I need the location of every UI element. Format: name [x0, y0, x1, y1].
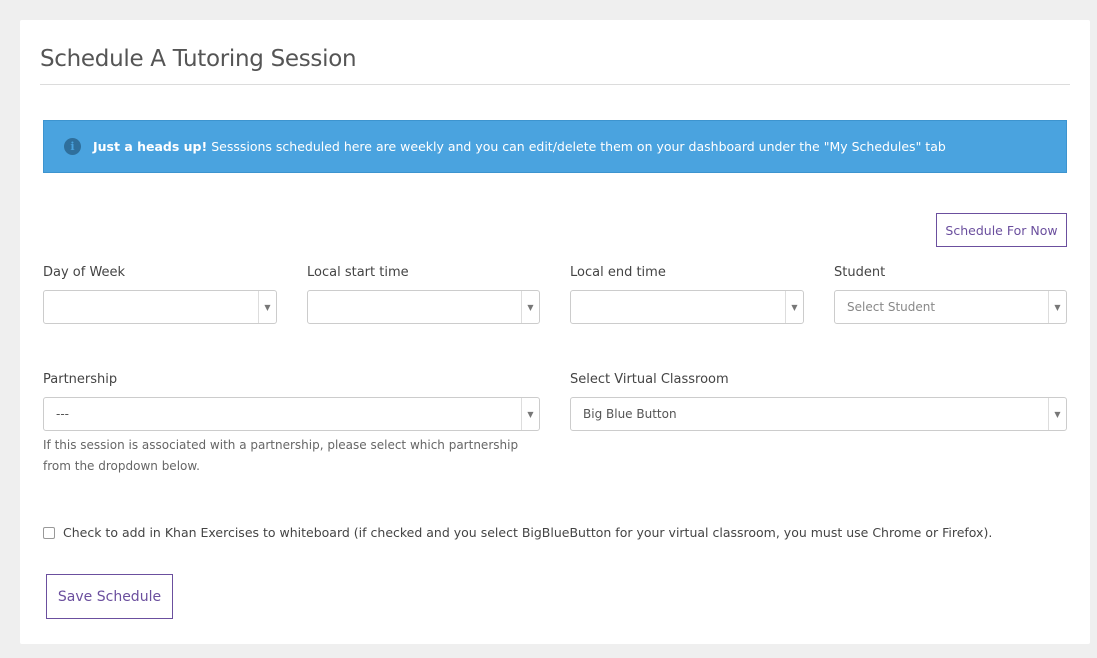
- chevron-down-icon: ▼: [521, 291, 539, 323]
- student-label: Student: [834, 265, 886, 280]
- partnership-value: ---: [56, 407, 69, 421]
- day-of-week-label: Day of Week: [43, 265, 126, 280]
- alert-message: Sesssions scheduled here are weekly and …: [211, 139, 946, 154]
- chevron-down-icon: ▼: [521, 398, 539, 430]
- info-icon: i: [64, 138, 81, 155]
- student-placeholder: Select Student: [847, 300, 936, 314]
- start-time-label: Local start time: [307, 265, 409, 280]
- khan-exercises-label: Check to add in Khan Exercises to whiteb…: [63, 525, 993, 540]
- info-alert: i Just a heads up! Sesssions scheduled h…: [43, 120, 1067, 173]
- partnership-label: Partnership: [43, 372, 118, 387]
- chevron-down-icon: ▼: [785, 291, 803, 323]
- end-time-select[interactable]: ▼: [570, 290, 804, 324]
- partnership-select[interactable]: --- ▼: [43, 397, 540, 431]
- page-title: Schedule A Tutoring Session: [40, 46, 357, 72]
- virtual-classroom-select[interactable]: Big Blue Button ▼: [570, 397, 1067, 431]
- virtual-classroom-label: Select Virtual Classroom: [570, 372, 729, 387]
- save-schedule-button[interactable]: Save Schedule: [46, 574, 173, 619]
- chevron-down-icon: ▼: [1048, 291, 1066, 323]
- alert-heading: Just a heads up!: [93, 139, 208, 154]
- partnership-help-text: If this session is associated with a par…: [43, 438, 519, 473]
- chevron-down-icon: ▼: [258, 291, 276, 323]
- khan-exercises-checkbox[interactable]: [43, 526, 55, 539]
- title-divider: [40, 84, 1070, 85]
- start-time-select[interactable]: ▼: [307, 290, 540, 324]
- chevron-down-icon: ▼: [1048, 398, 1066, 430]
- khan-exercises-option[interactable]: Check to add in Khan Exercises to whiteb…: [43, 525, 992, 540]
- virtual-classroom-value: Big Blue Button: [583, 407, 677, 421]
- end-time-label: Local end time: [570, 265, 666, 280]
- schedule-card: Schedule A Tutoring Session i Just a hea…: [20, 20, 1090, 644]
- schedule-for-now-button[interactable]: Schedule For Now: [936, 213, 1067, 247]
- day-of-week-select[interactable]: ▼: [43, 290, 277, 324]
- student-select[interactable]: Select Student ▼: [834, 290, 1067, 324]
